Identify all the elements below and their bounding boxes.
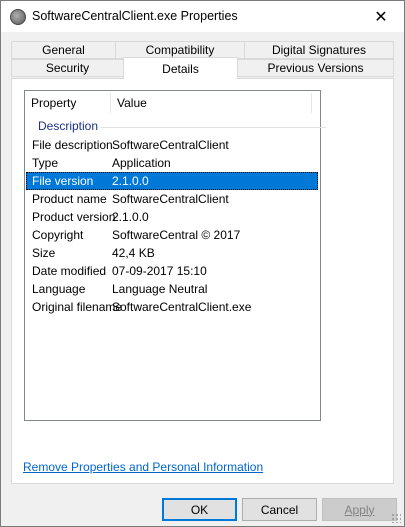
resize-grip-icon[interactable] — [391, 513, 401, 523]
property-name: Copyright — [32, 228, 84, 242]
property-value: 07-09-2017 15:10 — [112, 264, 207, 278]
app-disc-icon — [10, 9, 26, 25]
property-value: SoftwareCentralClient — [112, 138, 229, 152]
list-item[interactable]: File description SoftwareCentralClient — [26, 136, 318, 154]
group-label: Description — [38, 119, 99, 133]
property-name: Product name — [32, 192, 107, 206]
property-value: 2.1.0.0 — [112, 210, 149, 224]
property-value: SoftwareCentral © 2017 — [112, 228, 241, 242]
property-name: Date modified — [32, 264, 107, 278]
tab-security[interactable]: Security — [11, 59, 124, 77]
property-name: File description — [32, 138, 113, 152]
list-item[interactable]: Copyright SoftwareCentral © 2017 — [26, 226, 318, 244]
tab-details[interactable]: Details — [123, 57, 238, 79]
column-divider[interactable] — [311, 93, 312, 113]
property-value: 2.1.0.0 — [112, 174, 149, 188]
window-title: SoftwareCentralClient.exe Properties — [32, 9, 238, 23]
title-bar[interactable]: SoftwareCentralClient.exe Properties ✕ — [1, 1, 404, 32]
property-value: Language Neutral — [112, 282, 208, 296]
column-value[interactable]: Value — [111, 91, 311, 115]
list-item[interactable]: Original filename SoftwareCentralClient.… — [26, 298, 318, 316]
property-value: SoftwareCentralClient — [112, 192, 229, 206]
tab-general[interactable]: General — [11, 41, 116, 59]
tab-previous-versions[interactable]: Previous Versions — [237, 59, 394, 77]
column-property[interactable]: Property — [25, 91, 110, 115]
list-item[interactable]: Size 42,4 KB — [26, 244, 318, 262]
column-header: Property Value — [25, 91, 320, 115]
details-panel: Property Value Description File descript… — [11, 78, 394, 484]
properties-dialog: SoftwareCentralClient.exe Properties ✕ G… — [0, 0, 405, 527]
cancel-button[interactable]: Cancel — [242, 498, 317, 521]
apply-button[interactable]: Apply — [322, 498, 397, 521]
list-item[interactable]: Product name SoftwareCentralClient — [26, 190, 318, 208]
list-item-selected[interactable]: File version 2.1.0.0 — [26, 172, 318, 190]
list-item[interactable]: Date modified 07-09-2017 15:10 — [26, 262, 318, 280]
property-value: SoftwareCentralClient.exe — [112, 300, 252, 314]
ok-button[interactable]: OK — [162, 498, 237, 521]
apply-label: Apply — [344, 502, 375, 517]
property-name: Type — [32, 156, 59, 170]
close-icon[interactable]: ✕ — [358, 1, 404, 32]
property-name: Product version — [32, 210, 116, 224]
property-value: Application — [112, 156, 171, 170]
property-name: Language — [32, 282, 86, 296]
list-item[interactable]: Product version 2.1.0.0 — [26, 208, 318, 226]
details-list[interactable]: Property Value Description File descript… — [24, 90, 326, 421]
remove-properties-link[interactable]: Remove Properties and Personal Informati… — [23, 460, 263, 474]
property-name: Size — [32, 246, 56, 260]
group-divider — [101, 127, 326, 128]
property-value: 42,4 KB — [112, 246, 155, 260]
property-name: File version — [32, 174, 94, 188]
list-item[interactable]: Type Application — [26, 154, 318, 172]
list-item[interactable]: Language Language Neutral — [26, 280, 318, 298]
tab-digital-signatures[interactable]: Digital Signatures — [244, 41, 394, 59]
property-name: Original filename — [32, 300, 123, 314]
group-description[interactable]: Description — [25, 117, 326, 135]
